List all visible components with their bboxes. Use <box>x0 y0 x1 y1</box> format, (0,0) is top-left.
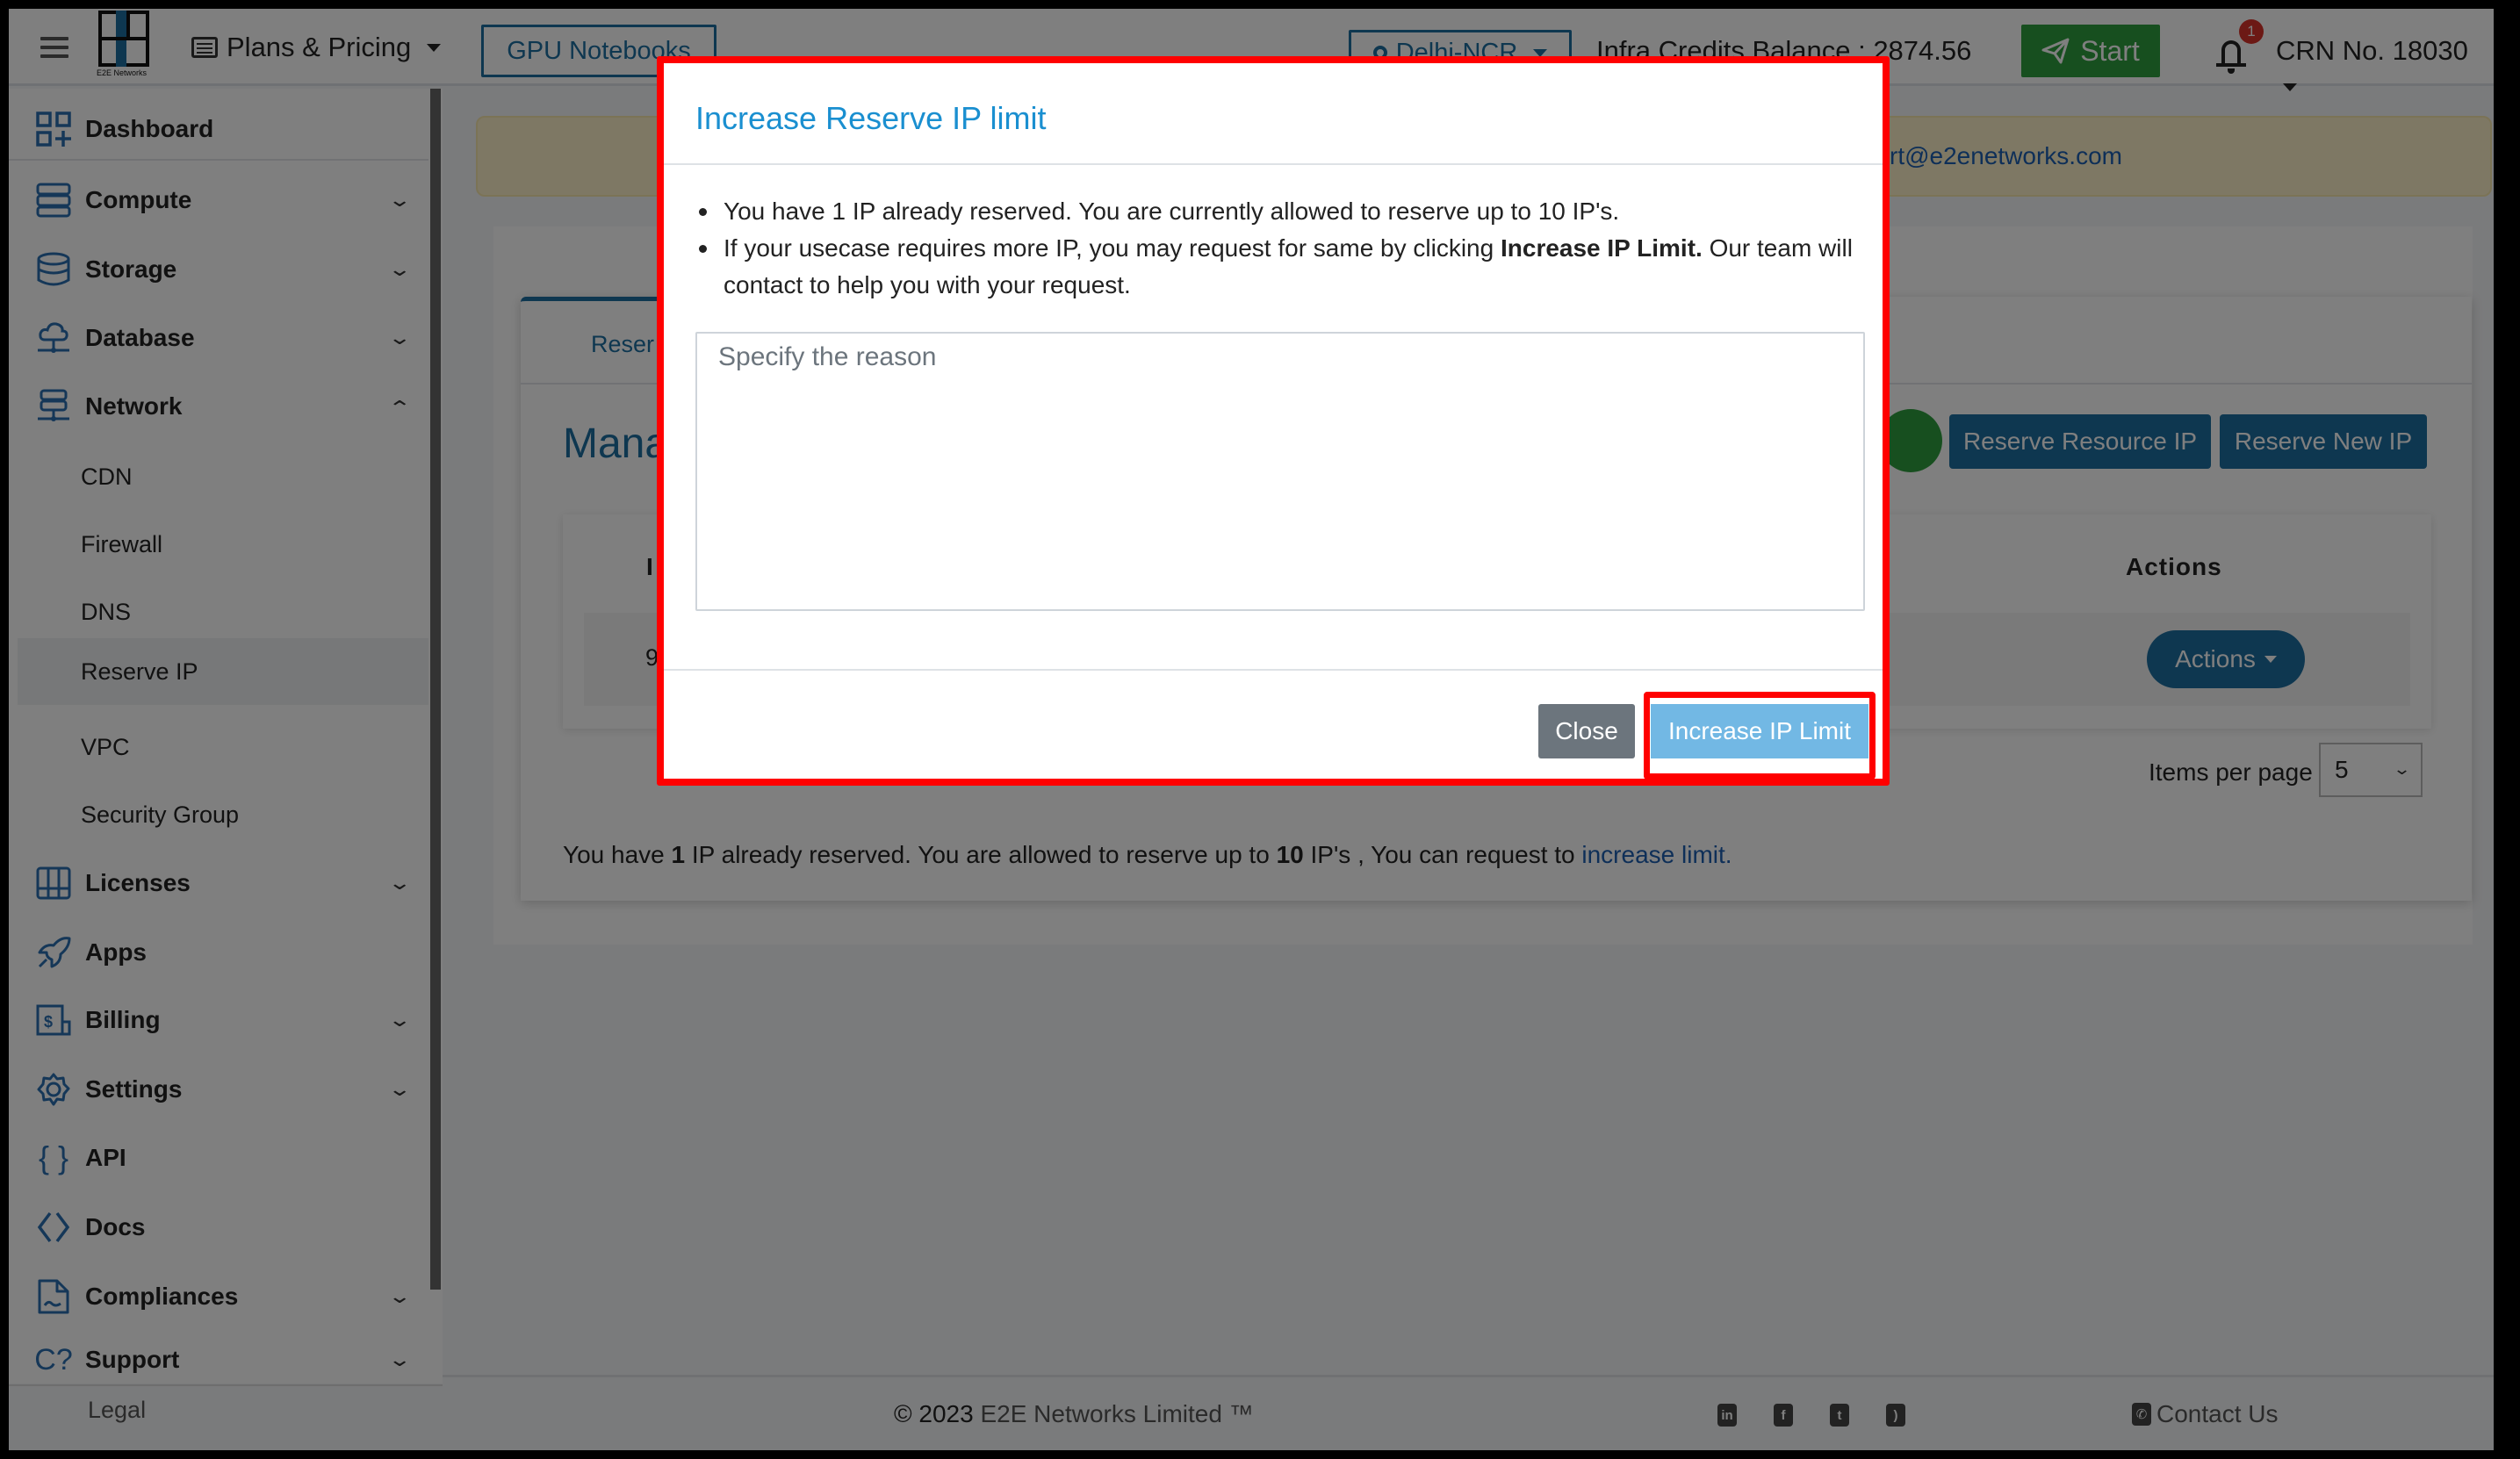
increase-reserve-ip-modal: Increase Reserve IP limit You have 1 IP … <box>664 63 1883 780</box>
modal-footer-divider <box>664 669 1883 671</box>
screen: E2E Networks Plans & Pricing GPU Noteboo… <box>9 9 2494 1450</box>
modal-bullet: If your usecase requires more IP, you ma… <box>695 230 1854 304</box>
modal-bullet: You have 1 IP already reserved. You are … <box>695 193 1854 230</box>
increase-ip-limit-button[interactable]: Increase IP Limit <box>1651 704 1868 758</box>
reason-textarea[interactable] <box>695 332 1865 611</box>
bullet-text: If your usecase requires more IP, you ma… <box>724 234 1501 262</box>
bullet-bold-text: Increase IP Limit. <box>1500 234 1703 262</box>
close-button[interactable]: Close <box>1538 704 1635 758</box>
modal-title: Increase Reserve IP limit <box>695 100 1047 136</box>
modal-body: You have 1 IP already reserved. You are … <box>695 193 1854 304</box>
modal-header-divider <box>664 163 1883 165</box>
